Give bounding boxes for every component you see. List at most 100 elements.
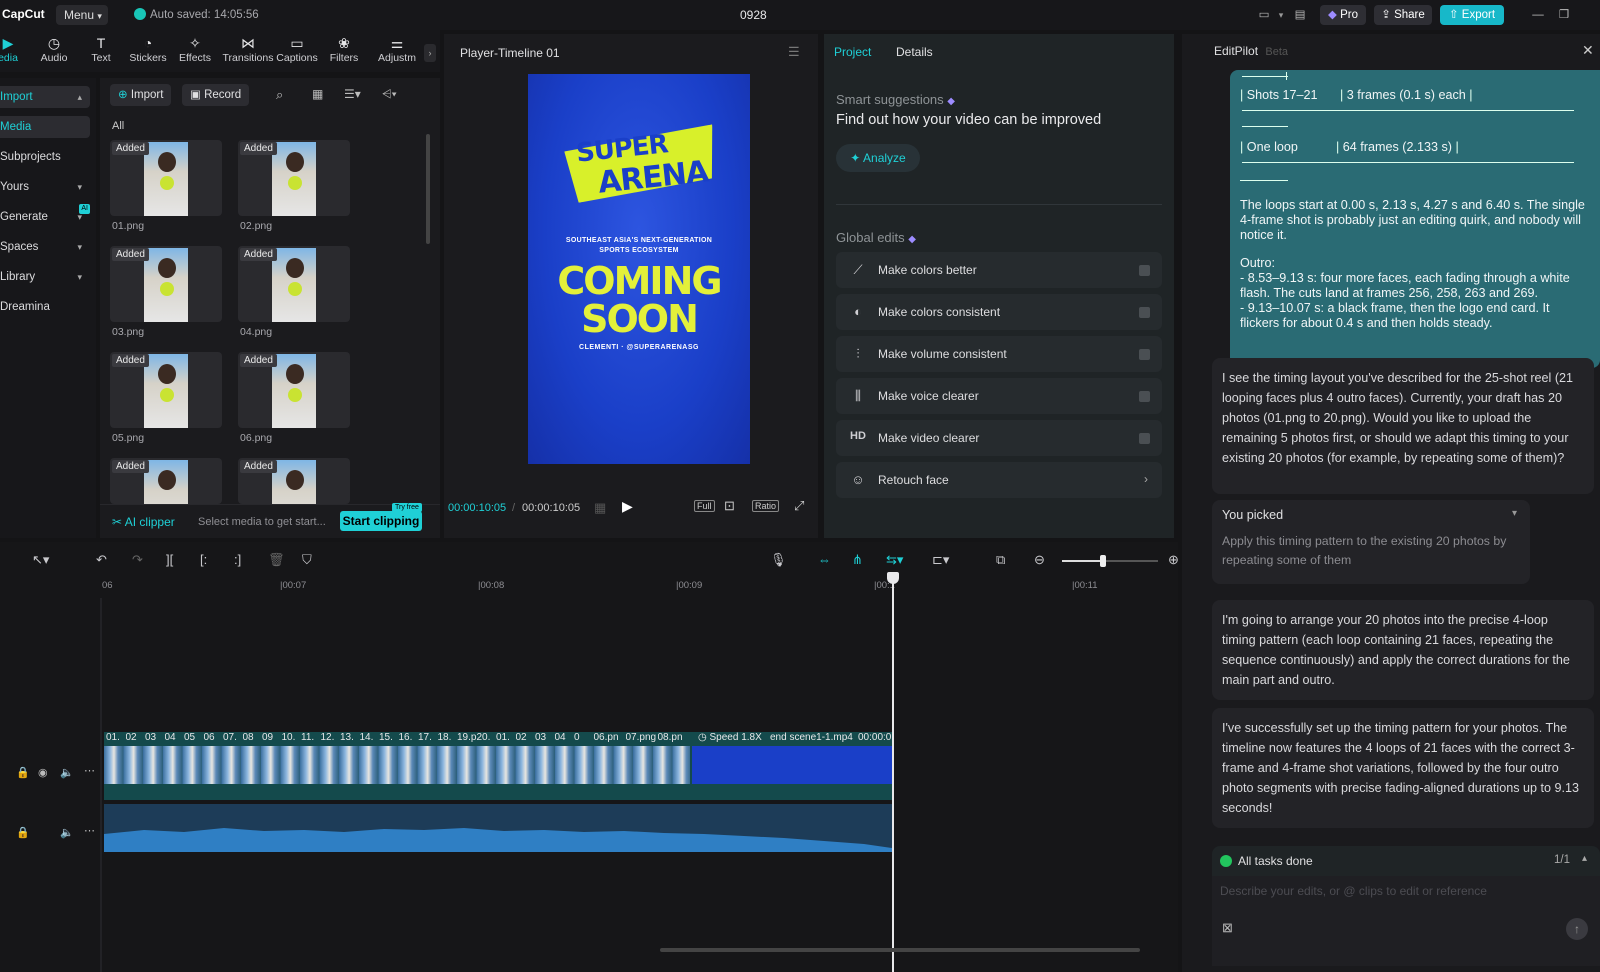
ai-clipper-button[interactable]: ✂ AI clipper [112,515,175,529]
clip-label[interactable]: 08.pn [658,732,690,743]
playhead[interactable] [892,572,894,972]
edit-make-voice-clearer[interactable]: ⫼ Make voice clearer [836,378,1162,414]
zoom-slider[interactable] [1062,555,1158,567]
clip-label[interactable]: 08 [243,732,263,743]
clip-label[interactable]: 04 [165,732,185,743]
you-picked-card[interactable]: You picked ▾ Apply this timing pattern t… [1212,500,1530,584]
edit-make-colors-consistent[interactable]: ◐ Make colors consistent [836,294,1162,330]
clip-label[interactable]: 20. [477,732,497,743]
preview-axis-icon[interactable]: ⊏▾ [932,552,949,568]
filter-icon[interactable]: ⩤▾ [382,87,397,102]
media-thumb-08[interactable]: Added [238,458,350,504]
delete-icon[interactable]: 🗑 [268,552,285,568]
pro-button[interactable]: ◆ Pro [1320,5,1366,25]
clip-label[interactable]: 07.png [626,732,658,743]
more-icon[interactable]: ⋯ [84,824,95,837]
media-thumb-06[interactable]: Added [238,352,350,428]
keyboard-icon[interactable]: ▤ [1290,5,1310,25]
playhead-handle[interactable] [887,572,899,584]
tool-filters[interactable]: ❀ Filters [322,34,366,64]
clip-label[interactable]: 0 [574,732,594,743]
horizontal-scrollbar[interactable] [660,948,1140,952]
timeline-ruler[interactable]: 06 |00:07 |00:08 |00:09 |00:1 |00:11 [100,572,1178,596]
play-button[interactable]: ▶ [622,498,633,515]
split-icon[interactable]: ][ [166,552,173,567]
grid-view-icon[interactable]: ▦ [312,87,323,101]
share-button[interactable]: ⇪ Share [1374,5,1432,25]
export-button[interactable]: ⇧ Export [1440,5,1504,25]
edit-retouch-face[interactable]: ☺ Retouch face › [836,462,1162,498]
nav-dreamina[interactable]: Dreamina [0,296,90,318]
media-thumb-05[interactable]: Added [110,352,222,428]
eye-icon[interactable]: ◉ [38,766,48,779]
clip-label[interactable]: 01. [496,732,516,743]
zoom-out-icon[interactable]: ⊖ [1034,552,1045,568]
clip-label[interactable]: 15. [379,732,399,743]
tool-audio[interactable]: ◷ Audio [32,34,76,64]
nav-library[interactable]: Library ▾ [0,266,90,288]
tool-stickers[interactable]: ◔ Stickers [126,34,170,64]
more-icon[interactable]: ⋯ [84,764,95,777]
magnet-icon[interactable]: ⋔ [852,552,863,568]
ratio-button[interactable]: Ratio [752,500,780,512]
nav-media[interactable]: Media [0,116,90,138]
record-button[interactable]: ▣ Record [182,84,250,106]
speaker-icon[interactable]: 🔈 [60,826,74,839]
tab-details[interactable]: Details [896,45,933,59]
clip-label[interactable]: 06.pn [594,732,626,743]
video-track[interactable]: 01. 02 03 04 05 06 07. 08 09 10. 11. 12. 13. 14. 15. 16… [104,732,892,800]
restore-icon[interactable]: ❐ [1556,5,1572,25]
media-thumb-02[interactable]: Added [238,140,350,216]
clip-label[interactable]: 03 [145,732,165,743]
lock-icon[interactable]: 🔒 [16,766,30,779]
media-thumb-07[interactable]: Added [110,458,222,504]
layout-icon[interactable]: ▭ [1254,5,1274,25]
tool-effects[interactable]: ✧ Effects [173,34,217,64]
clip-label[interactable]: 12. [321,732,341,743]
clip-label[interactable]: 01. [106,732,126,743]
checkbox[interactable] [1139,391,1150,402]
filter-all[interactable]: All [112,120,124,132]
shield-icon[interactable]: ⛉ [302,552,312,568]
clip-label[interactable]: 07. [223,732,243,743]
checkbox[interactable] [1139,265,1150,276]
hamburger-icon[interactable]: ☰ [788,44,800,60]
clip-label[interactable]: 19.p [457,732,477,743]
end-scene-clip[interactable] [692,746,892,784]
nav-import[interactable]: Import ▴ [0,86,90,108]
clip-label[interactable]: 17. [418,732,438,743]
fullscreen-icon[interactable]: ⤢ [794,498,804,514]
nav-yours[interactable]: Yours ▾ [0,176,90,198]
split-left-icon[interactable]: [: [200,552,207,567]
menu-button[interactable]: Menu ▾ [56,5,108,25]
checkbox[interactable] [1139,349,1150,360]
start-clipping-button[interactable]: Start clipping [340,511,422,531]
clip-label[interactable]: 16. [399,732,419,743]
nav-generate[interactable]: Generate ▾ AI [0,204,90,228]
send-button[interactable]: ↑ [1566,918,1588,940]
close-icon[interactable]: ✕ [1582,42,1594,59]
video-preview[interactable]: SUPER ARENA SOUTHEAST ASIA'S NEXT-GENERA… [528,74,750,464]
chevron-down-icon[interactable]: ▾ [1276,5,1286,25]
import-button[interactable]: ⊕ Import [110,84,172,106]
scrollbar[interactable] [426,134,430,244]
snap-icon[interactable]: ⇆▾ [886,552,903,568]
clip-label[interactable]: 02 [126,732,146,743]
audio-track[interactable] [104,804,892,852]
chat-input[interactable]: Describe your edits, or @ clips to edit … [1220,884,1487,898]
media-thumb-01[interactable]: Added [110,140,222,216]
select-tool-icon[interactable]: ↖▾ [32,552,49,568]
nav-subprojects[interactable]: Subprojects [0,146,90,168]
full-button[interactable]: Full [694,500,715,512]
tasks-status-bar[interactable]: All tasks done 1/1 ▴ [1212,846,1600,876]
tool-captions[interactable]: ▭ Captions [275,34,319,64]
clip-label[interactable]: 04 [555,732,575,743]
edit-make-video-clearer[interactable]: HD Make video clearer [836,420,1162,456]
clip-label[interactable]: 14. [360,732,380,743]
clip-label[interactable]: 06 [204,732,224,743]
clip-label[interactable]: 05 [184,732,204,743]
zoom-in-icon[interactable]: ⊕ [1168,552,1179,568]
split-right-icon[interactable]: :] [234,552,241,567]
tab-project[interactable]: Project [834,45,871,59]
chat-input-box[interactable]: Describe your edits, or @ clips to edit … [1212,876,1600,966]
